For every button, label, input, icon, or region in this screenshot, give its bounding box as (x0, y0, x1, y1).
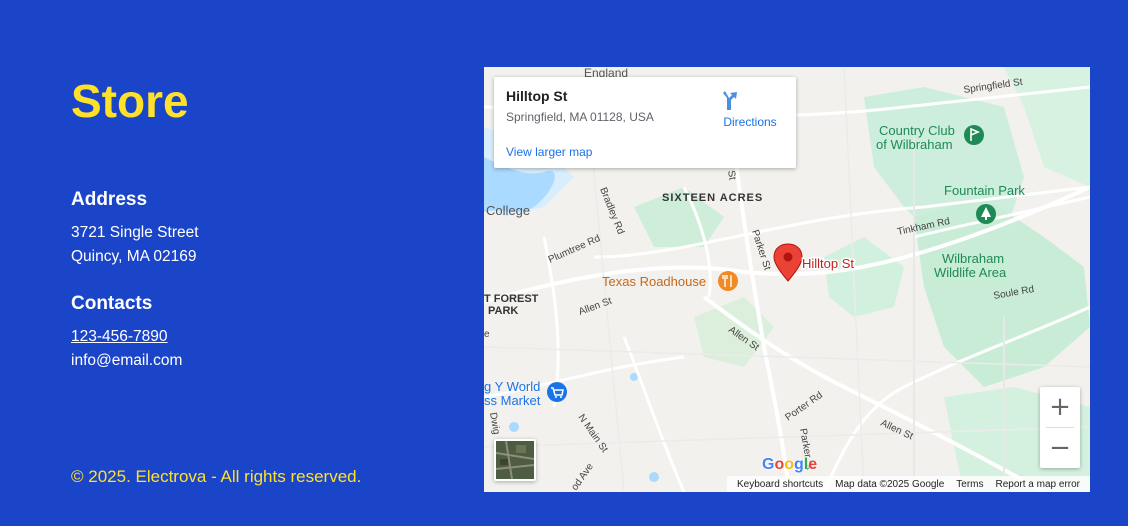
zoom-in-button[interactable]: + (1040, 387, 1080, 427)
place-address: Springfield, MA 01128, USA (506, 110, 654, 124)
map-label-bradley-rd: Bradley Rd (597, 186, 626, 236)
map-label-allen-st-1: Allen St (577, 296, 613, 318)
directions-label: Directions (723, 115, 777, 129)
shopping-cart-icon[interactable] (547, 382, 567, 402)
store-title: Store (71, 75, 189, 127)
zoom-control: + − (1040, 387, 1080, 468)
address-line-2: Quincy, MA 02169 (71, 248, 197, 265)
map-label-park: PARK (488, 305, 518, 317)
map-label-st: St (725, 170, 738, 181)
map-label-college: College (486, 203, 530, 218)
map-attribution: Keyboard shortcuts Map data ©2025 Google… (726, 476, 1090, 492)
address-line-1: 3721 Single Street (71, 224, 199, 241)
map-label-sixteen-acres: SIXTEEN ACRES (662, 192, 763, 204)
park-tree-icon[interactable] (976, 204, 996, 224)
map-label-wildlife-area: Wildlife Area (934, 265, 1007, 280)
map-label-country-club: Country Club (879, 123, 955, 138)
terms-link[interactable]: Terms (956, 479, 983, 490)
map-label-springfield-st: Springfield St (963, 77, 1024, 96)
map-label-plumtree-rd: Plumtree Rd (547, 233, 602, 266)
map-label-of-wilbraham: of Wilbraham (876, 137, 953, 152)
map-label-od-ave: od Ave (569, 461, 596, 492)
google-logo: Google (762, 456, 818, 473)
map-label-porter-rd: Porter Rd (783, 390, 824, 424)
map-data-text: Map data ©2025 Google (835, 478, 945, 490)
restaurant-icon[interactable] (718, 271, 738, 291)
satellite-thumbnail (496, 441, 534, 479)
map-label-world-market-1: g Y World (484, 379, 540, 394)
marker-label: Hilltop St (802, 256, 854, 271)
phone-link[interactable]: 123-456-7890 (71, 328, 168, 346)
directions-button[interactable]: Directions (719, 90, 781, 132)
directions-arrow-icon (723, 91, 737, 110)
place-name: Hilltop St (506, 88, 568, 104)
map-label-n-main-st: N Main St (576, 412, 610, 454)
map-label-e: e (484, 329, 490, 340)
view-larger-map-link[interactable]: View larger map (506, 145, 592, 159)
embedded-map[interactable]: England Springfield St Country Club of W… (484, 67, 1090, 492)
zoom-out-button[interactable]: − (1040, 428, 1080, 468)
map-label-texas-roadhouse: Texas Roadhouse (602, 274, 706, 289)
report-error-link[interactable]: Report a map error (996, 479, 1080, 490)
copyright: © 2025. Electrova - All rights reserved. (71, 467, 362, 486)
address-heading: Address (71, 189, 148, 210)
map-label-world-market-2: ss Market (484, 393, 541, 408)
map-label-dwig: Dwig (487, 412, 502, 436)
contacts-heading: Contacts (71, 293, 153, 314)
satellite-layer-toggle[interactable] (494, 439, 536, 481)
place-info-card: Hilltop St Springfield, MA 01128, USA Vi… (494, 77, 796, 168)
email-text: info@email.com (71, 352, 183, 369)
map-label-wilbraham: Wilbraham (942, 251, 1004, 266)
map-label-t-forest: T FOREST (484, 293, 539, 305)
golf-icon[interactable] (964, 125, 984, 145)
keyboard-shortcuts-link[interactable]: Keyboard shortcuts (737, 479, 823, 490)
map-label-fountain-park: Fountain Park (944, 183, 1025, 198)
